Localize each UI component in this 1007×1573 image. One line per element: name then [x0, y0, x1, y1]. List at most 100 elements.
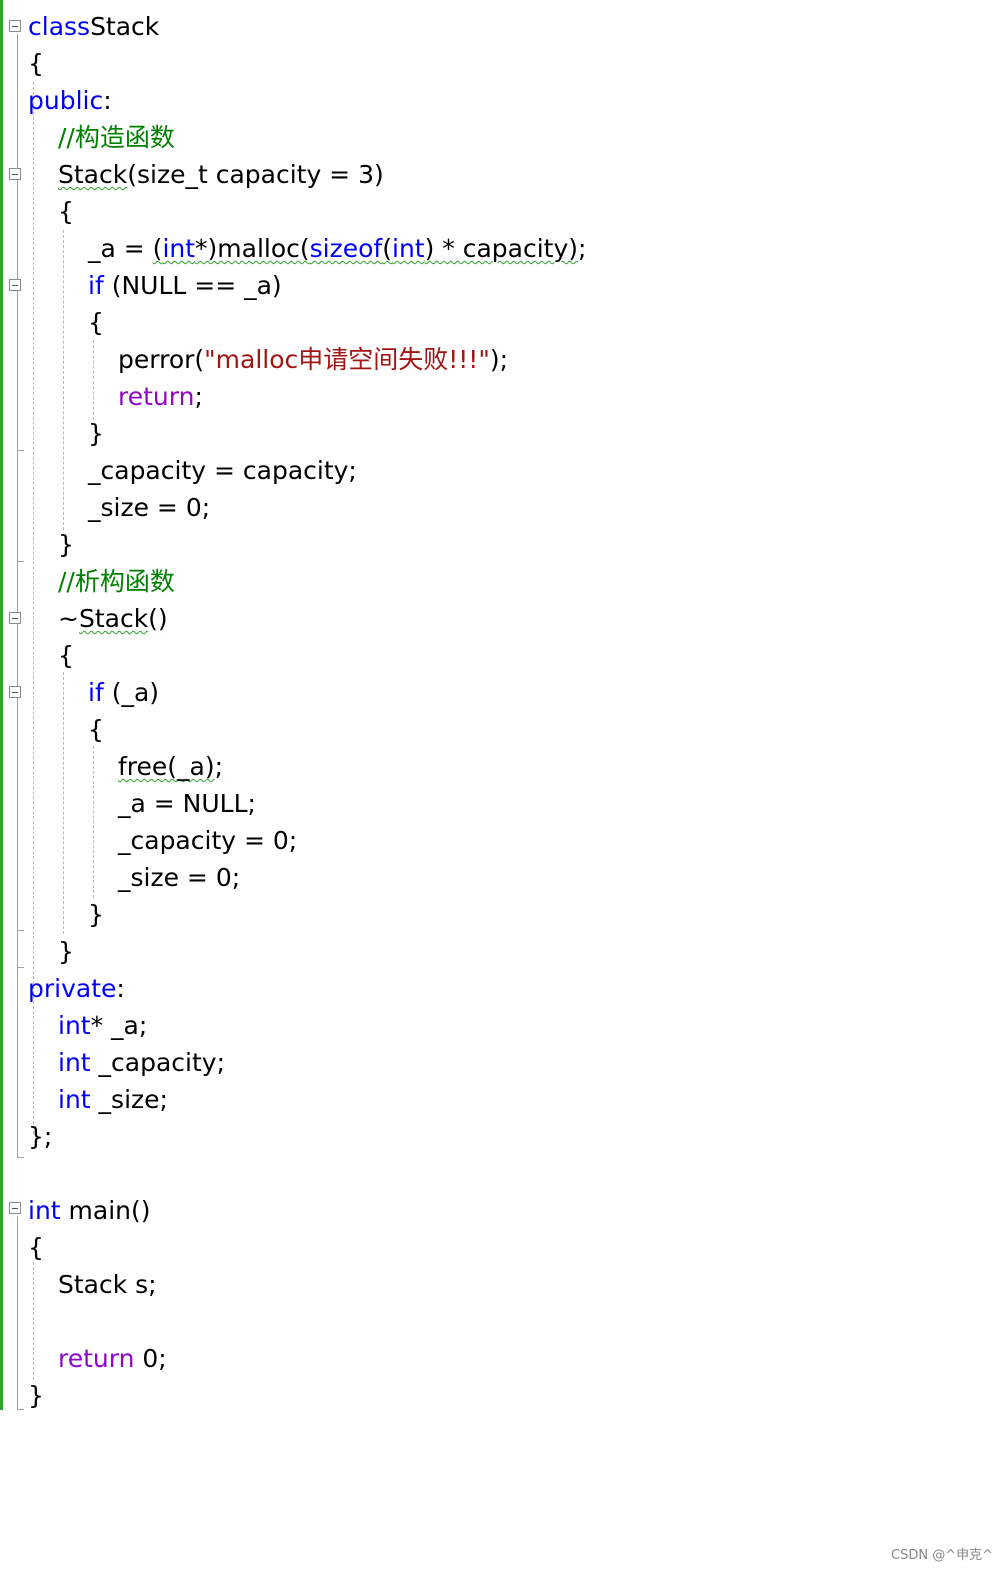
code-line[interactable]: Stack(size_t capacity = 3) [28, 156, 1007, 193]
fold-toggle-if-a[interactable] [9, 686, 21, 698]
code-editor[interactable]: classStack { public: //构造函数 Stack(size_t… [28, 8, 1007, 1414]
keyword-token: private [28, 974, 117, 1003]
squiggle-token: *)malloc( [195, 234, 310, 263]
squiggle-keyword-token: sizeof [309, 234, 383, 263]
code-line[interactable]: _capacity = 0; [28, 822, 1007, 859]
code-line[interactable]: } [28, 933, 1007, 970]
code-line[interactable]: int _size; [28, 1081, 1007, 1118]
keyword-token: int [58, 1085, 91, 1114]
code-line[interactable]: _size = 0; [28, 859, 1007, 896]
code-line[interactable]: _a = NULL; [28, 785, 1007, 822]
code-line[interactable]: { [28, 711, 1007, 748]
code-line[interactable]: perror("malloc申请空间失败!!!"); [28, 341, 1007, 378]
code-line[interactable]: }; [28, 1118, 1007, 1155]
code-line[interactable]: int _capacity; [28, 1044, 1007, 1081]
code-line[interactable]: } [28, 526, 1007, 563]
code-line[interactable] [28, 1303, 1007, 1340]
code-token: main() [60, 1196, 151, 1225]
keyword-token: int [58, 1048, 91, 1077]
code-token: * _a; [90, 1011, 148, 1040]
code-token: } [88, 419, 104, 448]
code-line[interactable]: classStack [28, 8, 1007, 45]
code-line[interactable]: } [28, 415, 1007, 452]
code-token: () [148, 604, 168, 633]
code-token: { [88, 308, 104, 337]
code-token: Stack [90, 12, 160, 41]
squiggle-token: free(_a) [118, 752, 215, 781]
code-line[interactable]: } [28, 896, 1007, 933]
code-token: ~ [58, 604, 79, 633]
fold-region-if-a [17, 699, 24, 931]
keyword-token: int [28, 1196, 61, 1225]
squiggle-token: Stack [78, 604, 149, 633]
code-line[interactable]: { [28, 637, 1007, 674]
code-token: _capacity; [90, 1048, 226, 1077]
code-token: ; [194, 382, 203, 411]
code-line[interactable]: //构造函数 [28, 119, 1007, 156]
fold-region-main [17, 1216, 24, 1410]
code-token: ); [489, 345, 509, 374]
code-line[interactable]: Stack s; [28, 1266, 1007, 1303]
squiggle-token: ( [152, 234, 163, 263]
code-line[interactable]: _size = 0; [28, 489, 1007, 526]
code-token: perror( [118, 345, 205, 374]
code-token: { [88, 715, 104, 744]
code-token: (NULL == _a) [103, 271, 282, 300]
code-token: (_a) [103, 678, 160, 707]
code-token: : [103, 86, 112, 115]
code-token: Stack s; [58, 1270, 157, 1299]
code-line[interactable]: public: [28, 82, 1007, 119]
code-line[interactable]: return; [28, 378, 1007, 415]
code-line[interactable]: } [28, 1377, 1007, 1414]
squiggle-token: ( [382, 234, 392, 263]
watermark: CSDN @^申克^ [891, 1548, 993, 1563]
comment-token: //构造函数 [58, 123, 175, 152]
code-line[interactable]: { [28, 45, 1007, 82]
code-line[interactable]: if (NULL == _a) [28, 267, 1007, 304]
code-line[interactable]: int* _a; [28, 1007, 1007, 1044]
fold-toggle-if-null[interactable] [9, 279, 21, 291]
fold-toggle-class[interactable] [9, 20, 21, 32]
code-token: _size; [90, 1085, 168, 1114]
keyword-token: public [28, 86, 104, 115]
comment-token: //析构函数 [58, 567, 175, 596]
code-line[interactable]: _capacity = capacity; [28, 452, 1007, 489]
code-token: { [28, 49, 44, 78]
code-line[interactable]: //析构函数 [28, 563, 1007, 600]
fold-toggle-constructor[interactable] [9, 168, 21, 180]
fold-toggle-main[interactable] [9, 1202, 21, 1214]
code-line[interactable] [28, 1155, 1007, 1192]
code-token: ; [214, 752, 224, 781]
string-token: "malloc申请空间失败!!!" [204, 345, 490, 374]
code-token: { [28, 1233, 44, 1262]
change-tracking-bar [0, 0, 3, 1410]
code-token: _size = 0; [118, 863, 241, 892]
code-token: _a = [88, 234, 153, 263]
code-line[interactable]: int main() [28, 1192, 1007, 1229]
squiggle-keyword-token: int [392, 234, 425, 263]
code-line[interactable]: return 0; [28, 1340, 1007, 1377]
code-token: }; [28, 1122, 53, 1151]
fold-toggle-destructor[interactable] [9, 612, 21, 624]
code-line[interactable]: _a = (int*)malloc(sizeof(int) * capacity… [28, 230, 1007, 267]
code-token: } [88, 900, 104, 929]
squiggle-token: Stack [58, 160, 128, 189]
code-line[interactable]: if (_a) [28, 674, 1007, 711]
code-line[interactable]: free(_a); [28, 748, 1007, 785]
code-token: _a = NULL; [118, 789, 256, 818]
code-line[interactable]: private: [28, 970, 1007, 1007]
code-token: : [116, 974, 125, 1003]
keyword-token: if [88, 678, 104, 707]
code-token: } [58, 937, 74, 966]
code-line[interactable]: { [28, 304, 1007, 341]
code-line[interactable]: ~Stack() [28, 600, 1007, 637]
code-token: _size = 0; [88, 493, 211, 522]
code-token: _capacity = capacity; [88, 456, 357, 485]
squiggle-token: ) * capacity) [424, 234, 579, 263]
code-token: } [58, 530, 74, 559]
code-line[interactable]: { [28, 193, 1007, 230]
code-line[interactable]: { [28, 1229, 1007, 1266]
code-token: _capacity = 0; [118, 826, 298, 855]
fold-region-if-null [17, 293, 24, 451]
keyword-token: class [28, 12, 91, 41]
